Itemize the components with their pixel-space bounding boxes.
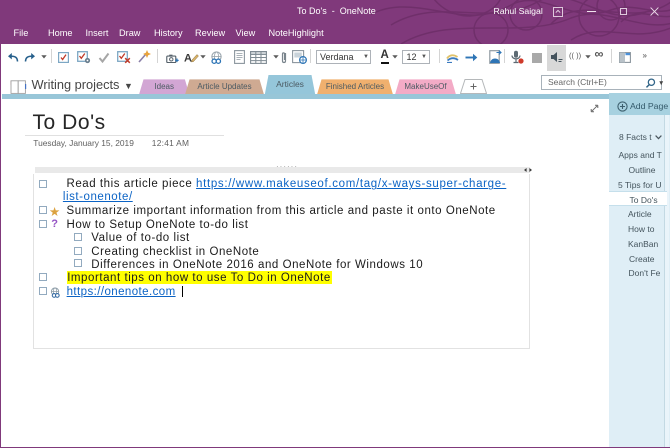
svg-text:A: A	[184, 53, 192, 65]
